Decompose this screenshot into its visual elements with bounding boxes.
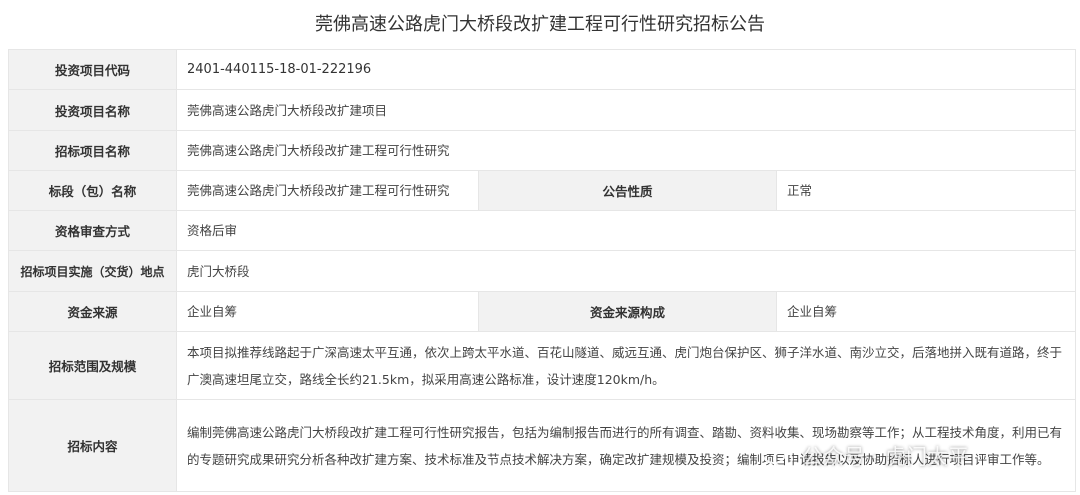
table-row-section: 标段（包）名称 莞佛高速公路虎门大桥段改扩建工程可行性研究 公告性质 正常 bbox=[8, 170, 1077, 211]
location-value: 虎门大桥段 bbox=[175, 250, 1077, 292]
section-value: 莞佛高速公路虎门大桥段改扩建工程可行性研究 bbox=[176, 170, 479, 211]
tender-info-table: 投资项目代码 2401-440115-18-01-222196 投资项目名称 莞… bbox=[8, 49, 1077, 492]
table-row-scope: 招标范围及规模 本项目拟推荐线路起于广深高速太平互通，依次上跨太平水道、百花山隧… bbox=[8, 331, 1077, 400]
content-value: 编制莞佛高速公路虎门大桥段改扩建工程可行性研究报告，包括为编制报告而进行的所有调… bbox=[175, 399, 1077, 492]
project-name-label: 投资项目名称 bbox=[8, 89, 177, 131]
funding-composition-label: 资金来源构成 bbox=[478, 291, 777, 332]
table-row-location: 招标项目实施（交货）地点 虎门大桥段 bbox=[8, 250, 1077, 292]
funding-value: 企业自筹 bbox=[176, 291, 479, 332]
page-title: 莞佛高速公路虎门大桥段改扩建工程可行性研究招标公告 bbox=[315, 14, 765, 35]
table-row-qualification: 资格审查方式 资格后审 bbox=[8, 210, 1077, 251]
project-code-label: 投资项目代码 bbox=[8, 49, 177, 90]
qualification-value: 资格后审 bbox=[175, 210, 1077, 251]
project-name-value: 莞佛高速公路虎门大桥段改扩建项目 bbox=[175, 89, 1077, 131]
content-label: 招标内容 bbox=[8, 399, 177, 492]
qualification-label: 资格审查方式 bbox=[8, 210, 177, 251]
location-label: 招标项目实施（交货）地点 bbox=[8, 250, 177, 292]
scope-value: 本项目拟推荐线路起于广深高速太平互通，依次上跨太平水道、百花山隧道、威远互通、虎… bbox=[175, 331, 1077, 400]
funding-label: 资金来源 bbox=[8, 291, 177, 332]
funding-composition-value: 企业自筹 bbox=[775, 291, 1077, 332]
table-row-tender-name: 招标项目名称 莞佛高速公路虎门大桥段改扩建工程可行性研究 bbox=[8, 130, 1077, 171]
table-row-content: 招标内容 编制莞佛高速公路虎门大桥段改扩建工程可行性研究报告，包括为编制报告而进… bbox=[8, 399, 1077, 492]
scope-label: 招标范围及规模 bbox=[8, 331, 177, 400]
notice-nature-label: 公告性质 bbox=[478, 170, 777, 211]
table-row-funding: 资金来源 企业自筹 资金来源构成 企业自筹 bbox=[8, 291, 1077, 332]
table-row-project-code: 投资项目代码 2401-440115-18-01-222196 bbox=[8, 49, 1077, 90]
project-code-value: 2401-440115-18-01-222196 bbox=[175, 49, 1077, 90]
tender-name-value: 莞佛高速公路虎门大桥段改扩建工程可行性研究 bbox=[175, 130, 1077, 171]
notice-nature-value: 正常 bbox=[775, 170, 1077, 211]
tender-name-label: 招标项目名称 bbox=[8, 130, 177, 171]
section-label: 标段（包）名称 bbox=[8, 170, 177, 211]
table-row-project-name: 投资项目名称 莞佛高速公路虎门大桥段改扩建项目 bbox=[8, 89, 1077, 131]
